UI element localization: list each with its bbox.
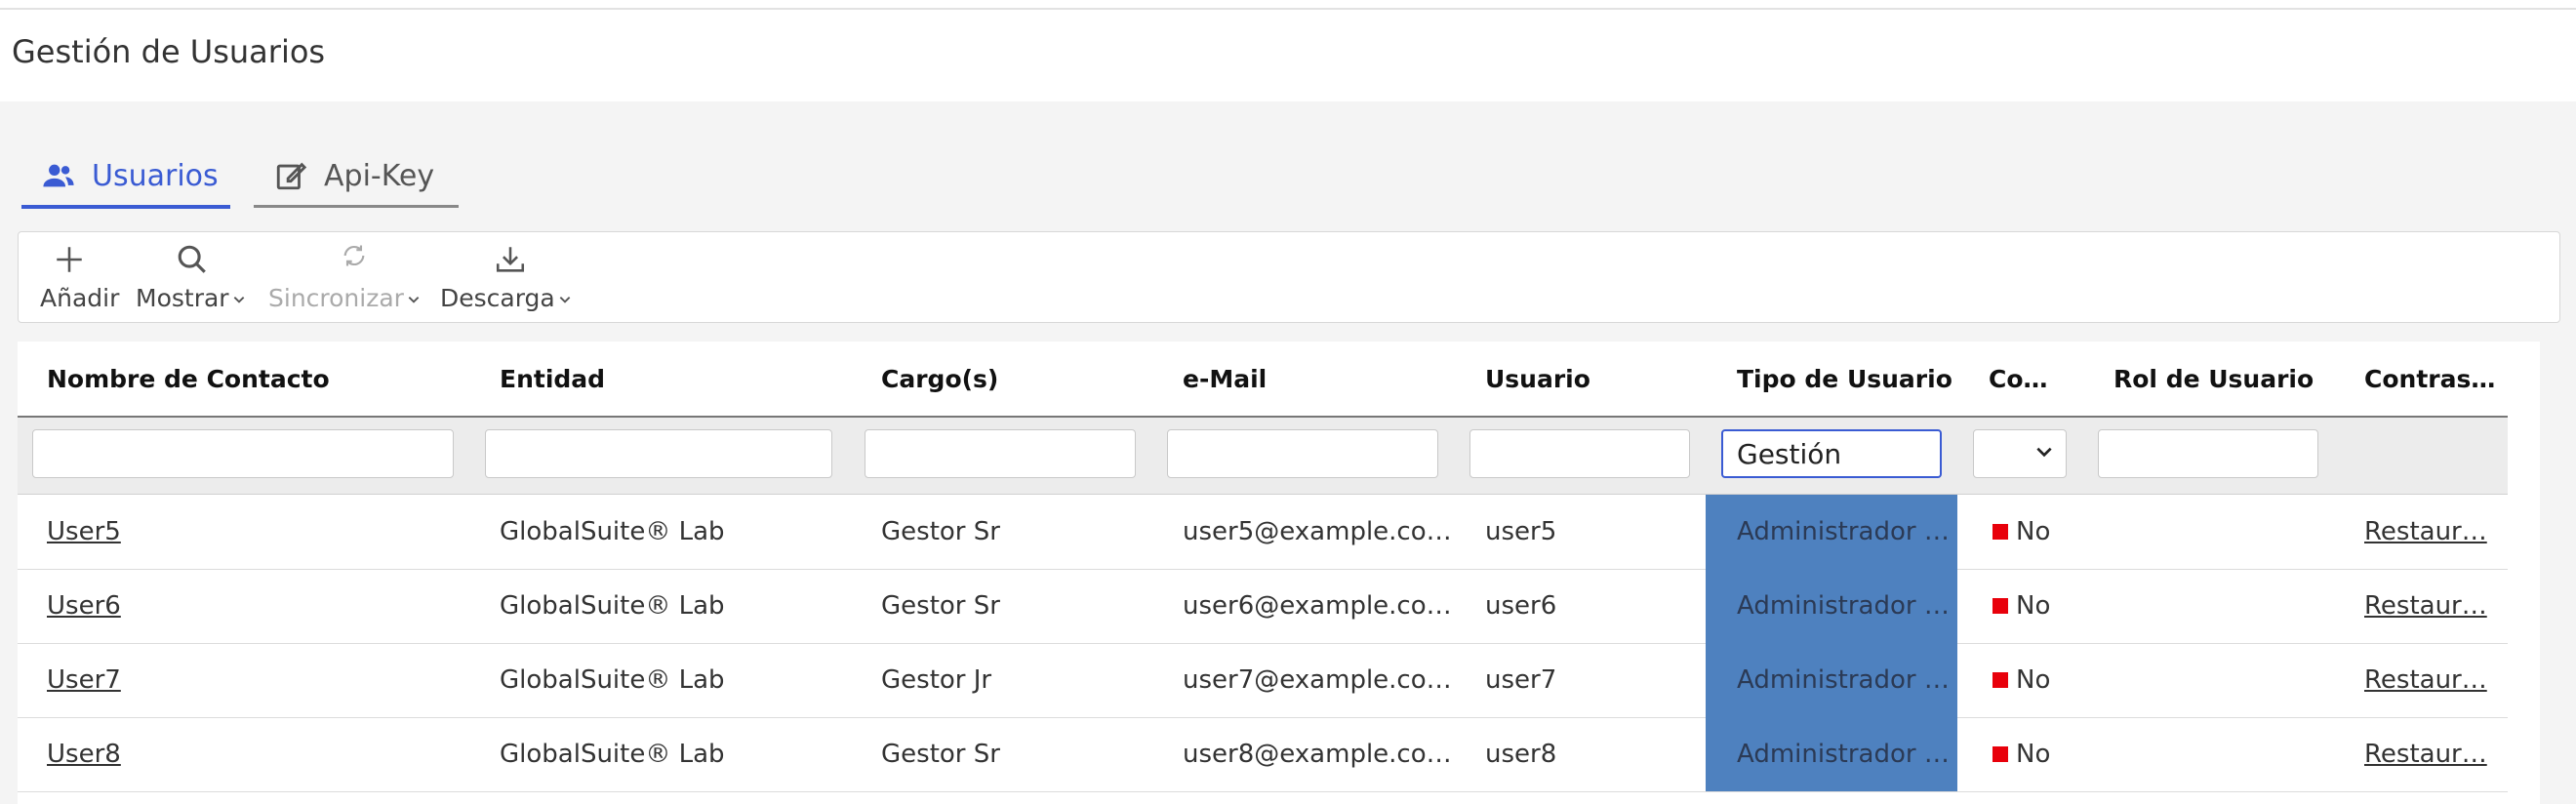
restore-password-link[interactable]: Restaur…	[2364, 643, 2487, 717]
chevron-down-icon	[2034, 442, 2054, 465]
filter-email-input[interactable]	[1167, 429, 1438, 478]
download-label: Descarga	[440, 284, 572, 312]
email-cell: user6@example.co…	[1183, 591, 1452, 621]
column-header[interactable]: e-Mail	[1183, 342, 1267, 416]
chevron-down-icon	[558, 284, 572, 312]
co-value: No	[2016, 517, 2051, 546]
users-table: Nombre de Contacto Entidad Cargo(s) e-Ma…	[18, 342, 2540, 804]
top-border	[0, 0, 2576, 10]
usuario-cell: user7	[1485, 665, 1557, 695]
filter-tipo-input[interactable]	[1721, 429, 1942, 478]
email-cell: user8@example.co…	[1183, 740, 1452, 769]
filter-cargo-input[interactable]	[865, 429, 1136, 478]
contact-name-link[interactable]: User7	[47, 643, 121, 717]
show-button[interactable]: Mostrar	[136, 232, 261, 322]
tab-usuarios[interactable]: Usuarios	[21, 146, 230, 209]
cargo-cell: Gestor Sr	[881, 740, 1000, 769]
chevron-down-icon	[407, 284, 421, 312]
entity-cell: GlobalSuite® Lab	[500, 740, 725, 769]
table-header: Nombre de Contacto Entidad Cargo(s) e-Ma…	[18, 342, 2508, 418]
table-row[interactable]: User7 GlobalSuite® Lab Gestor Jr user7@exam…	[18, 643, 2508, 718]
restore-password-link[interactable]: Restaur…	[2364, 717, 2487, 791]
usuario-cell: user5	[1485, 517, 1557, 546]
usuario-cell: user6	[1485, 591, 1557, 621]
filter-entidad-input[interactable]	[485, 429, 832, 478]
filter-usuario-input[interactable]	[1469, 429, 1690, 478]
sync-label: Sincronizar	[268, 284, 421, 312]
status-flag-icon	[1992, 598, 2008, 614]
tab-usuarios-label: Usuarios	[92, 158, 219, 193]
restore-password-link[interactable]: Restaur…	[2364, 569, 2487, 643]
filter-nombre-input[interactable]	[32, 429, 454, 478]
tipo-usuario-cell: Administrador …	[1706, 643, 1957, 717]
status-flag-icon	[1992, 672, 2008, 688]
search-icon	[173, 240, 212, 279]
add-button[interactable]: Añadir	[40, 232, 122, 322]
table-row[interactable]: User6 GlobalSuite® Lab Gestor Sr user6@exam…	[18, 569, 2508, 644]
column-header[interactable]: Tipo de Usuario	[1737, 342, 1952, 416]
tipo-usuario-cell: Administrador …	[1706, 495, 1957, 569]
sync-button[interactable]: Sincronizar	[268, 232, 421, 322]
users-icon	[39, 156, 78, 195]
restore-password-link[interactable]: Restaur…	[2364, 495, 2487, 569]
status-flag-icon	[1992, 524, 2008, 540]
tipo-usuario-cell: Administrador …	[1706, 717, 1957, 791]
co-cell: No	[1992, 569, 2050, 643]
co-value: No	[2016, 665, 2051, 695]
cargo-cell: Gestor Sr	[881, 591, 1000, 621]
email-cell: user5@example.co…	[1183, 517, 1452, 546]
tipo-usuario-value: Administrador …	[1737, 665, 1950, 695]
chevron-down-icon	[232, 284, 246, 312]
contact-name-link[interactable]: User6	[47, 569, 121, 643]
refresh-icon	[335, 236, 374, 275]
tipo-usuario-value: Administrador …	[1737, 517, 1950, 546]
co-cell: No	[1992, 643, 2050, 717]
cargo-cell: Gestor Jr	[881, 665, 992, 695]
contact-name-link[interactable]: User5	[47, 495, 121, 569]
filter-row	[18, 418, 2508, 495]
tipo-usuario-value: Administrador …	[1737, 591, 1950, 621]
download-icon	[491, 240, 530, 279]
co-cell: No	[1992, 495, 2050, 569]
contact-name-link[interactable]: User8	[47, 717, 121, 791]
status-flag-icon	[1992, 746, 2008, 762]
toolbar: Añadir Mostrar Sincronizar Descarga	[18, 231, 2560, 323]
filter-rol-input[interactable]	[2098, 429, 2318, 478]
column-header[interactable]: Rol de Usuario	[2113, 342, 2314, 416]
table-row[interactable]: User8 GlobalSuite® Lab Gestor Sr user8@exam…	[18, 717, 2508, 792]
column-header[interactable]: Co…	[1989, 342, 2048, 416]
show-label: Mostrar	[136, 284, 246, 312]
column-header[interactable]: Usuario	[1485, 342, 1590, 416]
co-cell: No	[1992, 717, 2050, 791]
tab-api-key-label: Api-Key	[324, 158, 435, 193]
entity-cell: GlobalSuite® Lab	[500, 591, 725, 621]
page-header: Gestión de Usuarios	[0, 10, 2576, 101]
column-header[interactable]: Contras…	[2364, 342, 2495, 416]
column-header[interactable]: Cargo(s)	[881, 342, 998, 416]
filter-co-select[interactable]	[1973, 429, 2067, 478]
page-title: Gestión de Usuarios	[12, 33, 326, 70]
tab-api-key[interactable]: Api-Key	[254, 146, 459, 208]
plus-icon	[50, 240, 89, 279]
co-value: No	[2016, 591, 2051, 621]
cargo-cell: Gestor Sr	[881, 517, 1000, 546]
tipo-usuario-value: Administrador …	[1737, 740, 1950, 769]
entity-cell: GlobalSuite® Lab	[500, 665, 725, 695]
usuario-cell: user8	[1485, 740, 1557, 769]
table-row[interactable]: User5 GlobalSuite® Lab Gestor Sr user5@exam…	[18, 495, 2508, 570]
co-value: No	[2016, 740, 2051, 769]
email-cell: user7@example.co…	[1183, 665, 1452, 695]
add-label: Añadir	[40, 284, 120, 312]
edit-icon	[271, 156, 310, 195]
column-header[interactable]: Nombre de Contacto	[47, 342, 330, 416]
entity-cell: GlobalSuite® Lab	[500, 517, 725, 546]
column-header[interactable]: Entidad	[500, 342, 605, 416]
download-button[interactable]: Descarga	[440, 232, 586, 322]
tipo-usuario-cell: Administrador …	[1706, 569, 1957, 643]
